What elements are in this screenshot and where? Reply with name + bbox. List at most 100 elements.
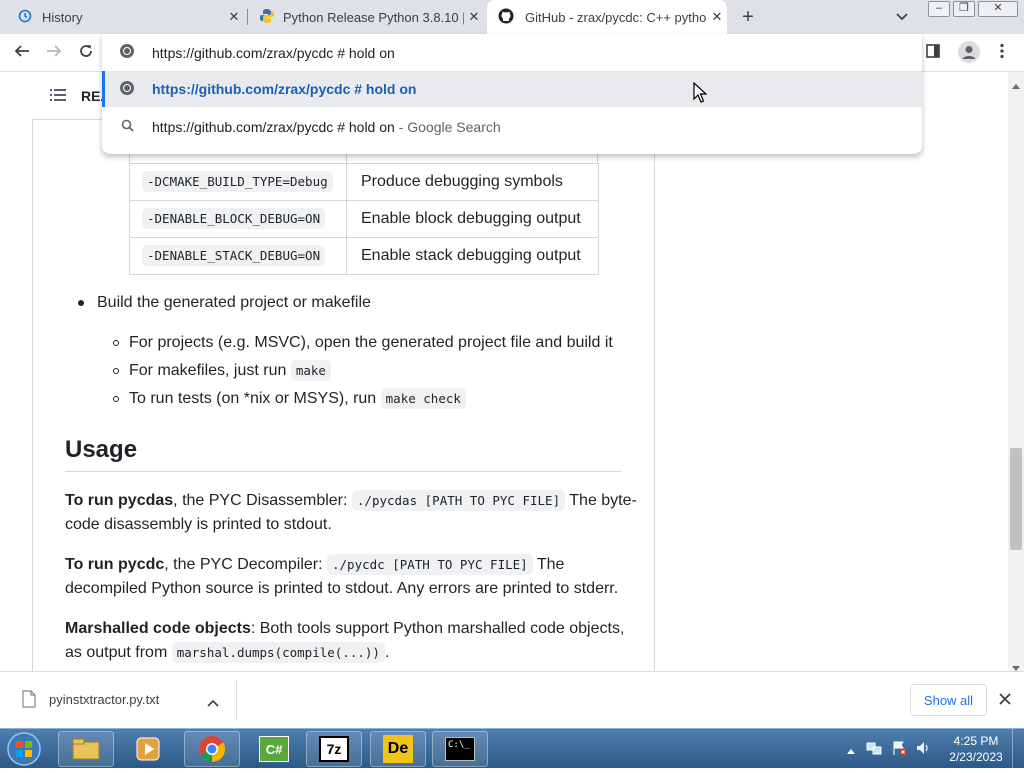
pycdc-paragraph-line1: To run pycdc, the PYC Decompiler: ./pycd… [65,554,565,575]
system-clock[interactable]: 4:25 PM 2/23/2023 [944,733,1008,765]
show-hidden-icons-icon[interactable] [846,742,856,760]
action-center-flag-icon[interactable] [891,740,907,761]
marshal-end: . [384,644,390,661]
suggestion-url-text: https://github.com/zrax/pycdc # hold on [152,81,417,97]
volume-icon[interactable] [915,740,931,761]
command-prompt-icon[interactable]: C:\_ [432,731,488,767]
build-bullet-text: Build the generated project or makefile [97,294,371,311]
tab-search-chevron-icon[interactable] [895,9,913,25]
build-sub3-text: To run tests (on *nix or MSYS), run [129,390,377,407]
file-icon [22,690,36,713]
pycdas-text: , the PYC Disassembler: [173,492,348,509]
pycdas-bold: To run pycdas [65,492,174,509]
pycdas-paragraph-line2: code disassembly is printed to stdout. [65,516,332,533]
pycdc-text: , the PYC Decompiler: [164,556,323,573]
build-sub2-text: For makefiles, just run [129,362,287,379]
heading-divider [65,471,621,472]
table-row: -DENABLE_BLOCK_DEBUG=ON Enable block deb… [129,200,599,238]
pycdc-paragraph-line2: decompiled Python source is printed to s… [65,580,619,597]
address-input[interactable]: https://github.com/zrax/pycdc # hold on [152,45,395,61]
scroll-up-arrow-icon[interactable] [1012,76,1020,94]
pycdc-tail1: The [536,556,565,573]
suggestion-search-suffix: - Google Search [394,118,501,135]
omnibox-dropdown: https://github.com/zrax/pycdc # hold on … [102,34,922,154]
clock-time: 4:25 PM [953,734,999,748]
back-arrow-icon[interactable] [10,41,34,65]
tab-python-release[interactable]: Python Release Python 3.8.10 | Py ✕ [250,0,484,34]
windows-taskbar: C# 7z De C:\_ 4:25 PM 2/23/2023 [0,728,1024,769]
option-description: Enable stack debugging output [346,237,599,275]
media-player-icon[interactable] [120,731,176,767]
make-check-code: make check [380,388,466,409]
download-bar: pyinstxtractor.py.txt Show all [0,671,1024,728]
file-explorer-icon[interactable] [58,731,114,767]
bullet-circle [113,368,119,374]
option-flag: -DENABLE_STACK_DEBUG=ON [142,245,326,266]
menu-kebab-icon[interactable] [997,43,1007,61]
pycdas-tail1: The byte- [569,492,637,509]
download-filename: pyinstxtractor.py.txt [49,692,160,707]
content-left-border [32,120,33,671]
mouse-cursor-icon [693,81,708,109]
pycdc-bold: To run pycdc [65,556,165,573]
close-window-icon[interactable]: ✕ [978,1,1018,17]
profile-avatar-icon[interactable] [958,41,980,63]
suggestion-search-text: https://github.com/zrax/pycdc # hold on [152,118,395,135]
reload-icon[interactable] [74,41,98,65]
tab-github-pycdc[interactable]: GitHub - zrax/pycdc: C++ pytho ✕ [487,0,727,34]
table-row: -DCMAKE_BUILD_TYPE=Debug Produce debuggi… [129,163,599,201]
marshal-text: : Both tools support Python marshalled c… [250,620,625,637]
tab-close-icon[interactable]: ✕ [707,9,727,25]
forward-arrow-icon[interactable] [42,41,66,65]
usage-heading: Usage [65,436,138,463]
option-description: Enable block debugging output [346,200,599,238]
scrollbar-thumb[interactable] [1010,448,1022,550]
minimize-icon[interactable]: – [928,1,950,17]
marshal-bold: Marshalled code objects [65,620,251,637]
content-right-border [654,72,655,671]
tab-close-icon[interactable]: ✕ [464,9,484,25]
side-panel-icon[interactable] [925,43,941,64]
tab-strip: History ✕ Python Release Python 3.8.10 |… [0,0,1024,34]
marshal-code: marshal.dumps(compile(...)) [171,642,385,663]
github-readme-page: REA -DCMAKE_BUILD_TYPE=Debug Produce deb… [0,72,1008,671]
de-app-icon[interactable]: De [370,731,426,767]
suggestion-url[interactable]: https://github.com/zrax/pycdc # hold on [102,71,922,107]
tab-title: Python Release Python 3.8.10 | Py [283,9,464,25]
tab-title: GitHub - zrax/pycdc: C++ pytho [525,9,707,25]
start-orb-icon[interactable] [4,730,44,768]
cmake-options-table: -DCMAKE_BUILD_TYPE=Debug Produce debuggi… [129,163,599,275]
show-desktop-button[interactable] [1012,729,1024,769]
tab-close-icon[interactable]: ✕ [224,9,244,25]
new-tab-icon[interactable]: + [737,5,759,29]
list-item: To run tests (on *nix or MSYS), run make… [129,388,466,409]
suggestion-search[interactable]: https://github.com/zrax/pycdc # hold on … [102,108,922,145]
marshal-paragraph-line1: Marshalled code objects: Both tools supp… [65,620,624,638]
marshal-text2: as output from [65,644,168,661]
build-sub1-text: For projects (e.g. MSVC), open the gener… [129,334,613,351]
close-icon[interactable] [999,692,1011,710]
bullet-dot [78,300,84,306]
network-icon[interactable] [866,740,882,761]
tab-history[interactable]: History ✕ [8,0,244,34]
clock-date: 2/23/2023 [949,750,1003,764]
chrome-icon[interactable] [184,731,240,767]
address-bar[interactable]: https://github.com/zrax/pycdc # hold on [102,34,922,71]
history-icon [8,9,42,26]
outline-list-icon[interactable] [50,88,66,107]
csharp-app-icon[interactable]: C# [246,731,302,767]
vertical-scrollbar[interactable] [1008,72,1024,671]
option-description: Produce debugging symbols [346,163,599,201]
table-row: -DENABLE_STACK_DEBUG=ON Enable stack deb… [129,237,599,275]
globe-icon [102,80,152,98]
python-logo-icon [250,8,283,27]
pycdc-command-code: ./pycdc [PATH TO PYC FILE] [327,554,533,575]
restore-icon[interactable]: ❐ [953,1,975,17]
option-flag: -DCMAKE_BUILD_TYPE=Debug [142,171,333,192]
option-flag: -DENABLE_BLOCK_DEBUG=ON [142,208,326,229]
7zip-icon[interactable]: 7z [306,731,362,767]
download-item[interactable]: pyinstxtractor.py.txt [10,682,236,718]
make-code: make [290,360,331,381]
chevron-up-icon[interactable] [207,694,219,712]
show-all-button[interactable]: Show all [910,684,987,716]
